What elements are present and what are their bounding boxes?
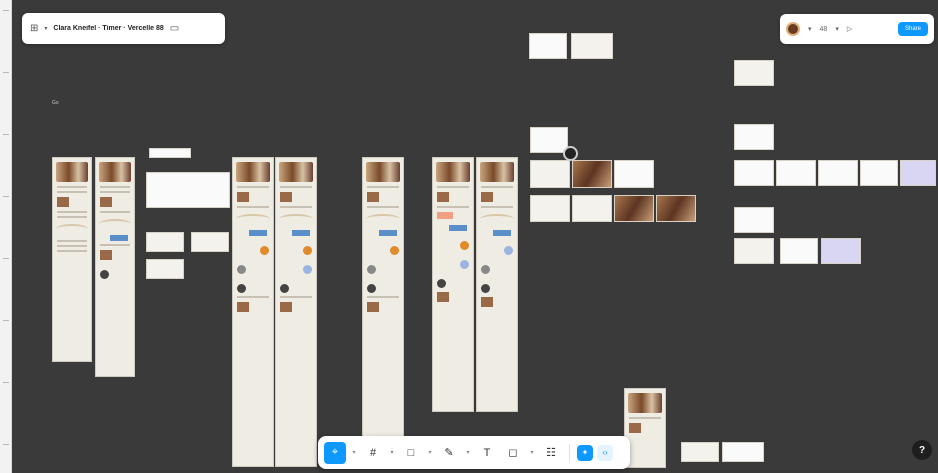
component-card[interactable] — [191, 232, 229, 252]
design-frame[interactable] — [275, 157, 317, 467]
share-button[interactable]: Share — [897, 22, 928, 36]
component-card[interactable] — [146, 172, 230, 208]
bottom-toolbar: ⌖ ▾ # ▾ □ ▾ ✎ ▾ T ◻ ▾ ☷ ✦ ‹› — [318, 436, 630, 469]
design-frame[interactable] — [52, 157, 92, 362]
design-frame[interactable] — [432, 157, 474, 412]
ruler-tick — [3, 72, 9, 73]
design-frame[interactable] — [362, 157, 404, 467]
component-card[interactable] — [681, 442, 719, 462]
image-card[interactable] — [656, 195, 696, 222]
design-frame[interactable] — [95, 157, 135, 377]
hero-image — [56, 162, 88, 182]
component-card[interactable] — [146, 259, 184, 279]
chevron-down-icon[interactable]: ▾ — [44, 25, 47, 32]
chevron-down-icon[interactable]: ▾ — [835, 25, 839, 33]
component-card[interactable] — [734, 238, 774, 264]
component-card[interactable] — [900, 160, 936, 186]
component-card[interactable] — [530, 195, 570, 222]
ruler-tick — [3, 196, 9, 197]
chevron-down-icon[interactable]: ▾ — [426, 442, 434, 464]
file-title[interactable]: Clara Kneifel · Timer · Vercelle 88 — [53, 25, 163, 32]
image-card[interactable] — [614, 195, 654, 222]
hero-image — [236, 162, 270, 182]
design-frame[interactable] — [232, 157, 274, 467]
actions-tool-icon[interactable]: ☷ — [540, 442, 562, 464]
component-card[interactable] — [149, 148, 191, 158]
image-card[interactable] — [572, 160, 612, 188]
component-card[interactable] — [722, 442, 764, 462]
component-card[interactable] — [529, 33, 567, 59]
component-card[interactable] — [734, 207, 774, 233]
component-card[interactable] — [146, 232, 184, 252]
component-card[interactable] — [614, 160, 654, 188]
ruler-tick — [3, 320, 9, 321]
frame-tool-icon[interactable]: # — [362, 442, 384, 464]
sidebar-icon[interactable]: ▭ — [170, 23, 179, 34]
component-card[interactable] — [734, 124, 774, 150]
component-card[interactable] — [734, 60, 774, 86]
hero-image — [366, 162, 400, 182]
chevron-down-icon[interactable]: ▾ — [350, 442, 358, 464]
file-title-bar[interactable]: ⊞ ▾ Clara Kneifel · Timer · Vercelle 88 … — [22, 13, 225, 44]
component-card[interactable] — [530, 160, 570, 188]
component-card[interactable] — [571, 33, 613, 59]
chevron-down-icon[interactable]: ▾ — [464, 442, 472, 464]
zoom-level[interactable]: 48 — [820, 26, 828, 33]
help-button[interactable]: ? — [912, 440, 932, 460]
design-frame[interactable] — [476, 157, 518, 412]
component-card[interactable] — [530, 127, 568, 153]
ruler-tick — [3, 444, 9, 445]
move-tool-icon[interactable]: ⌖ — [324, 441, 346, 464]
canvas-label: Go — [52, 100, 59, 106]
hero-image — [480, 162, 514, 182]
ruler-tick — [3, 134, 9, 135]
hero-image — [279, 162, 313, 182]
hero-image — [436, 162, 470, 182]
ruler-tick — [3, 258, 9, 259]
ruler-tick — [3, 10, 9, 11]
text-tool-icon[interactable]: T — [476, 442, 498, 464]
collaborator-cursor — [563, 146, 578, 161]
shape-tool-icon[interactable]: □ — [400, 442, 422, 464]
play-icon[interactable]: ▷ — [847, 25, 852, 33]
vertical-ruler — [0, 0, 12, 473]
chevron-down-icon[interactable]: ▾ — [808, 25, 812, 33]
ruler-tick — [3, 382, 9, 383]
dev-mode-icon[interactable]: ‹› — [597, 444, 613, 461]
comment-tool-icon[interactable]: ◻ — [502, 442, 524, 464]
design-frame[interactable] — [624, 388, 666, 468]
component-card[interactable] — [572, 195, 612, 222]
avatar[interactable] — [786, 22, 800, 36]
component-card[interactable] — [776, 160, 816, 186]
hero-image — [628, 393, 662, 413]
component-card[interactable] — [818, 160, 858, 186]
pen-tool-icon[interactable]: ✎ — [438, 442, 460, 464]
figma-menu-icon[interactable]: ⊞ — [30, 23, 38, 34]
chevron-down-icon[interactable]: ▾ — [388, 442, 396, 464]
collaboration-bar: ▾ 48 ▾ ▷ Share — [780, 14, 934, 44]
component-card[interactable] — [734, 160, 774, 186]
toolbar-divider — [569, 443, 570, 462]
component-card[interactable] — [821, 238, 861, 264]
hero-image — [99, 162, 131, 182]
design-mode-icon[interactable]: ✦ — [577, 444, 593, 461]
component-card[interactable] — [860, 160, 898, 186]
chevron-down-icon[interactable]: ▾ — [528, 442, 536, 464]
component-card[interactable] — [780, 238, 818, 264]
